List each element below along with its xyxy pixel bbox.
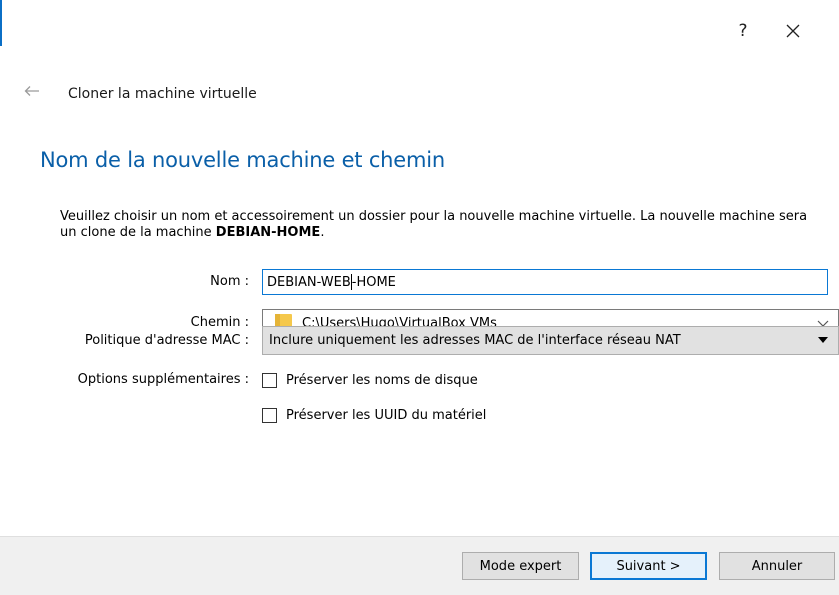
name-value-end: -HOME bbox=[351, 274, 396, 290]
name-label: Nom : bbox=[210, 274, 249, 289]
source-machine-name: DEBIAN-HOME bbox=[215, 225, 321, 240]
help-button[interactable]: ? bbox=[728, 16, 758, 46]
wizard-title: Cloner la machine virtuelle bbox=[68, 86, 257, 102]
next-button[interactable]: Suivant > bbox=[590, 552, 707, 580]
close-icon bbox=[786, 24, 800, 38]
checkbox-box[interactable] bbox=[262, 372, 277, 388]
description-end: . bbox=[320, 225, 325, 240]
name-input[interactable]: DEBIAN-WEB -HOME bbox=[262, 269, 828, 295]
mac-policy-label: Politique d'adresse MAC : bbox=[84, 333, 249, 348]
close-button[interactable] bbox=[776, 16, 810, 46]
help-icon: ? bbox=[738, 21, 748, 41]
preserve-uuid-checkbox[interactable]: Préserver les UUID du matériel bbox=[262, 405, 486, 425]
options-label: Options supplémentaires : bbox=[77, 372, 249, 387]
checkbox-box[interactable] bbox=[262, 407, 277, 423]
path-label: Chemin : bbox=[190, 315, 249, 330]
mac-policy-value: Inclure uniquement les adresses MAC de l… bbox=[269, 333, 681, 348]
description-text: Veuillez choisir un nom et accessoiremen… bbox=[60, 209, 808, 240]
preserve-disk-names-checkbox[interactable]: Préserver les noms de disque bbox=[262, 370, 478, 390]
button-bar bbox=[0, 536, 839, 595]
window-edge-accent bbox=[0, 0, 2, 46]
back-button[interactable] bbox=[20, 81, 44, 101]
name-value-start: DEBIAN-WEB bbox=[267, 274, 351, 290]
dropdown-arrow-icon bbox=[818, 337, 828, 343]
checkbox-label: Préserver les noms de disque bbox=[286, 372, 478, 388]
back-arrow-icon bbox=[24, 86, 39, 96]
page-description: Veuillez choisir un nom et accessoiremen… bbox=[60, 209, 820, 241]
checkbox-label: Préserver les UUID du matériel bbox=[286, 407, 487, 423]
mac-policy-select[interactable]: Inclure uniquement les adresses MAC de l… bbox=[262, 326, 839, 355]
expert-mode-button[interactable]: Mode expert bbox=[462, 552, 579, 580]
page-title: Nom de la nouvelle machine et chemin bbox=[40, 148, 445, 172]
cancel-button[interactable]: Annuler bbox=[719, 552, 835, 580]
